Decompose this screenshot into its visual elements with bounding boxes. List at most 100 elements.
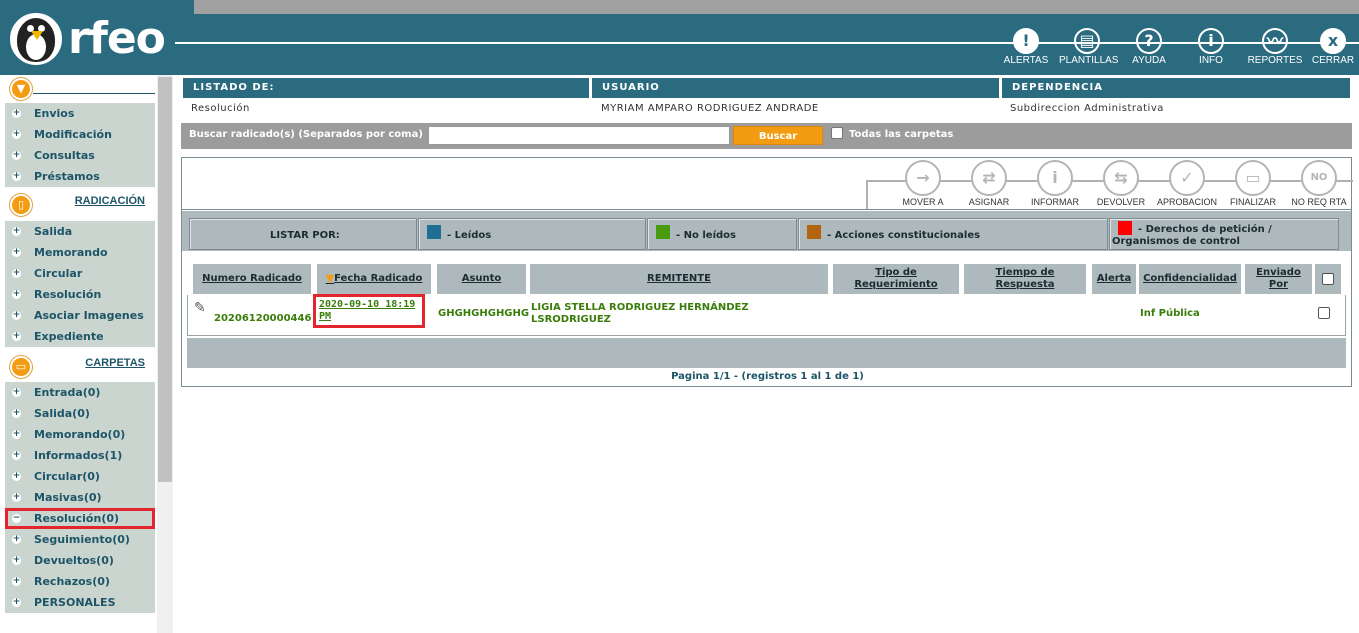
col-fecha-radicado[interactable]: ▼ Fecha Radicado — [317, 264, 431, 294]
informar-label: INFORMAR — [1031, 197, 1079, 207]
info-button[interactable]: i INFO — [1183, 28, 1239, 70]
filter-no-leidos[interactable]: - No leídos — [647, 218, 797, 250]
cerrar-button[interactable]: x CERRAR — [1307, 28, 1359, 70]
sidebar-item-seguimiento[interactable]: + Seguimiento(0) — [5, 529, 155, 550]
filter-derechos[interactable]: - Derechos de petición / Organismos de co… — [1109, 218, 1339, 250]
radicacion-section-header[interactable]: ▯ RADICACIÓN — [5, 191, 155, 217]
select-all-checkbox[interactable] — [1322, 273, 1334, 285]
sidebar-item-prestamos[interactable]: + Préstamos — [5, 166, 155, 187]
acciones-swatch — [807, 225, 821, 239]
informar-button[interactable]: i INFORMAR — [1024, 160, 1086, 207]
menu-list: + Envios + Modificación + Consultas + Présta… — [5, 103, 155, 187]
sidebar-item-label: Rechazos(0) — [34, 575, 110, 588]
sidebar-item-memorando[interactable]: + Memorando — [5, 242, 155, 263]
no-leidos-label: - No leídos — [676, 230, 736, 241]
fecha-line-1: 2020-09-10 18:19 — [319, 299, 416, 310]
return-icon: ⇆ — [1103, 160, 1139, 196]
fecha-line-2: PM — [319, 311, 332, 322]
penguin-logo-icon — [10, 13, 62, 65]
listar-por-text: LISTAR POR: — [270, 230, 340, 241]
info-icon: i — [1037, 160, 1073, 196]
sidebar-item-label: Asociar Imagenes — [34, 309, 144, 322]
derechos-label-1: - Derechos de petición / — [1138, 224, 1272, 235]
sidebar-item-entrada[interactable]: + Entrada(0) — [5, 382, 155, 403]
col-tipo-requerimiento[interactable]: Tipo de Requerimiento — [833, 264, 959, 294]
sidebar-item-expediente[interactable]: + Expediente — [5, 326, 155, 347]
asignar-button[interactable]: ⇄ ASIGNAR — [958, 160, 1020, 207]
filter-leidos[interactable]: - Leídos — [418, 218, 646, 250]
cell-numero-radicado[interactable]: 20206120000446 — [214, 313, 311, 325]
sidebar-item-salida-folder[interactable]: + Salida(0) — [5, 403, 155, 424]
expand-icon: + — [12, 576, 21, 586]
scrollbar-thumb[interactable] — [158, 77, 172, 482]
sidebar-item-resolucion-folder[interactable]: − Resolución(0) — [5, 508, 155, 529]
listado-header: LISTADO DE: — [183, 78, 589, 98]
finalizar-button[interactable]: ▭ FINALIZAR — [1222, 160, 1284, 207]
search-input[interactable] — [428, 126, 730, 145]
sidebar-scrollbar[interactable] — [157, 75, 173, 633]
buscar-button[interactable]: Buscar — [733, 126, 823, 145]
sidebar-item-rechazos[interactable]: + Rechazos(0) — [5, 571, 155, 592]
archive-icon: ▭ — [1235, 160, 1271, 196]
sidebar-item-label: Circular(0) — [34, 470, 100, 483]
no-req-rta-button[interactable]: NO NO REQ RTA — [1288, 160, 1350, 207]
document-icon: ▯ — [10, 194, 32, 216]
col-numero-radicado[interactable]: Numero Radicado — [193, 264, 311, 294]
tiempo-header-2: Respuesta — [995, 279, 1055, 290]
tipo-header-2: Requerimiento — [854, 279, 938, 290]
plantillas-button[interactable]: ▤ PLANTILLAS — [1059, 28, 1118, 70]
sidebar-item-label: Devueltos(0) — [34, 554, 114, 567]
sidebar-item-modificacion[interactable]: + Modificación — [5, 124, 155, 145]
sidebar-item-consultas[interactable]: + Consultas — [5, 145, 155, 166]
sidebar-item-salida[interactable]: + Salida — [5, 221, 155, 242]
expand-icon: + — [12, 331, 21, 341]
col-confidencialidad[interactable]: Confidencialidad — [1139, 264, 1241, 294]
sidebar-item-circular-folder[interactable]: + Circular(0) — [5, 466, 155, 487]
devolver-button[interactable]: ⇆ DEVOLVER — [1090, 160, 1152, 207]
asignar-label: ASIGNAR — [968, 197, 1010, 207]
sidebar-item-masivas[interactable]: + Masivas(0) — [5, 487, 155, 508]
aprobacion-button[interactable]: ✓ APROBACION — [1156, 160, 1218, 207]
all-folders-checkbox[interactable] — [831, 127, 843, 139]
sidebar-item-personales[interactable]: + PERSONALES — [5, 592, 155, 613]
chart-icon: 〰 — [1262, 28, 1288, 54]
mover-a-button[interactable]: → MOVER A — [892, 160, 954, 207]
alertas-button[interactable]: ! ALERTAS — [998, 28, 1054, 70]
menu-section-header[interactable]: ▼ — [5, 75, 155, 101]
expand-icon: + — [12, 534, 21, 544]
sidebar-item-asociar-imagenes[interactable]: + Asociar Imagenes — [5, 305, 155, 326]
col-alerta[interactable]: Alerta — [1092, 264, 1136, 294]
sidebar-item-label: Entrada(0) — [34, 386, 101, 399]
sidebar-item-label: Salida(0) — [34, 407, 90, 420]
edit-note-icon[interactable]: ✎ — [194, 301, 206, 315]
filter-acciones[interactable]: - Acciones constitucionales — [798, 218, 1108, 250]
expand-icon: + — [12, 597, 21, 607]
carpetas-section-header[interactable]: ▭ CARPETAS — [5, 353, 155, 379]
ayuda-button[interactable]: ? AYUDA — [1121, 28, 1177, 70]
col-remitente[interactable]: REMITENTE — [530, 264, 828, 294]
sidebar-item-circular[interactable]: + Circular — [5, 263, 155, 284]
cell-asunto: GHGHGHGHGHG — [438, 308, 530, 319]
sidebar-item-label: Resolución — [34, 288, 102, 301]
tiempo-header-1: Tiempo de — [995, 267, 1055, 278]
col-asunto[interactable]: Asunto — [437, 264, 526, 294]
expand-icon: + — [12, 171, 21, 181]
cerrar-label: CERRAR — [1311, 55, 1355, 66]
sidebar-item-resolucion[interactable]: + Resolución — [5, 284, 155, 305]
arrow-right-icon: → — [905, 160, 941, 196]
chevron-down-icon[interactable]: ▼ — [10, 78, 32, 100]
acciones-label: - Acciones constitucionales — [827, 230, 981, 241]
sidebar-item-memorando-folder[interactable]: + Memorando(0) — [5, 424, 155, 445]
sidebar-item-label: Expediente — [34, 330, 104, 343]
fecha-radicado-link[interactable]: 2020-09-10 18:19 PM — [313, 294, 425, 328]
expand-icon: + — [12, 471, 21, 481]
sidebar-item-envios[interactable]: + Envios — [5, 103, 155, 124]
sidebar-item-informados[interactable]: + Informados(1) — [5, 445, 155, 466]
table-footer-bar — [187, 338, 1346, 368]
col-tiempo-respuesta[interactable]: Tiempo de Respuesta — [964, 264, 1086, 294]
reportes-button[interactable]: 〰 REPORTES — [1247, 28, 1303, 70]
col-enviado-por[interactable]: Enviado Por — [1245, 264, 1312, 294]
listar-por-label: LISTAR POR: — [189, 218, 417, 250]
row-select-checkbox[interactable] — [1318, 307, 1330, 319]
sidebar-item-devueltos[interactable]: + Devueltos(0) — [5, 550, 155, 571]
